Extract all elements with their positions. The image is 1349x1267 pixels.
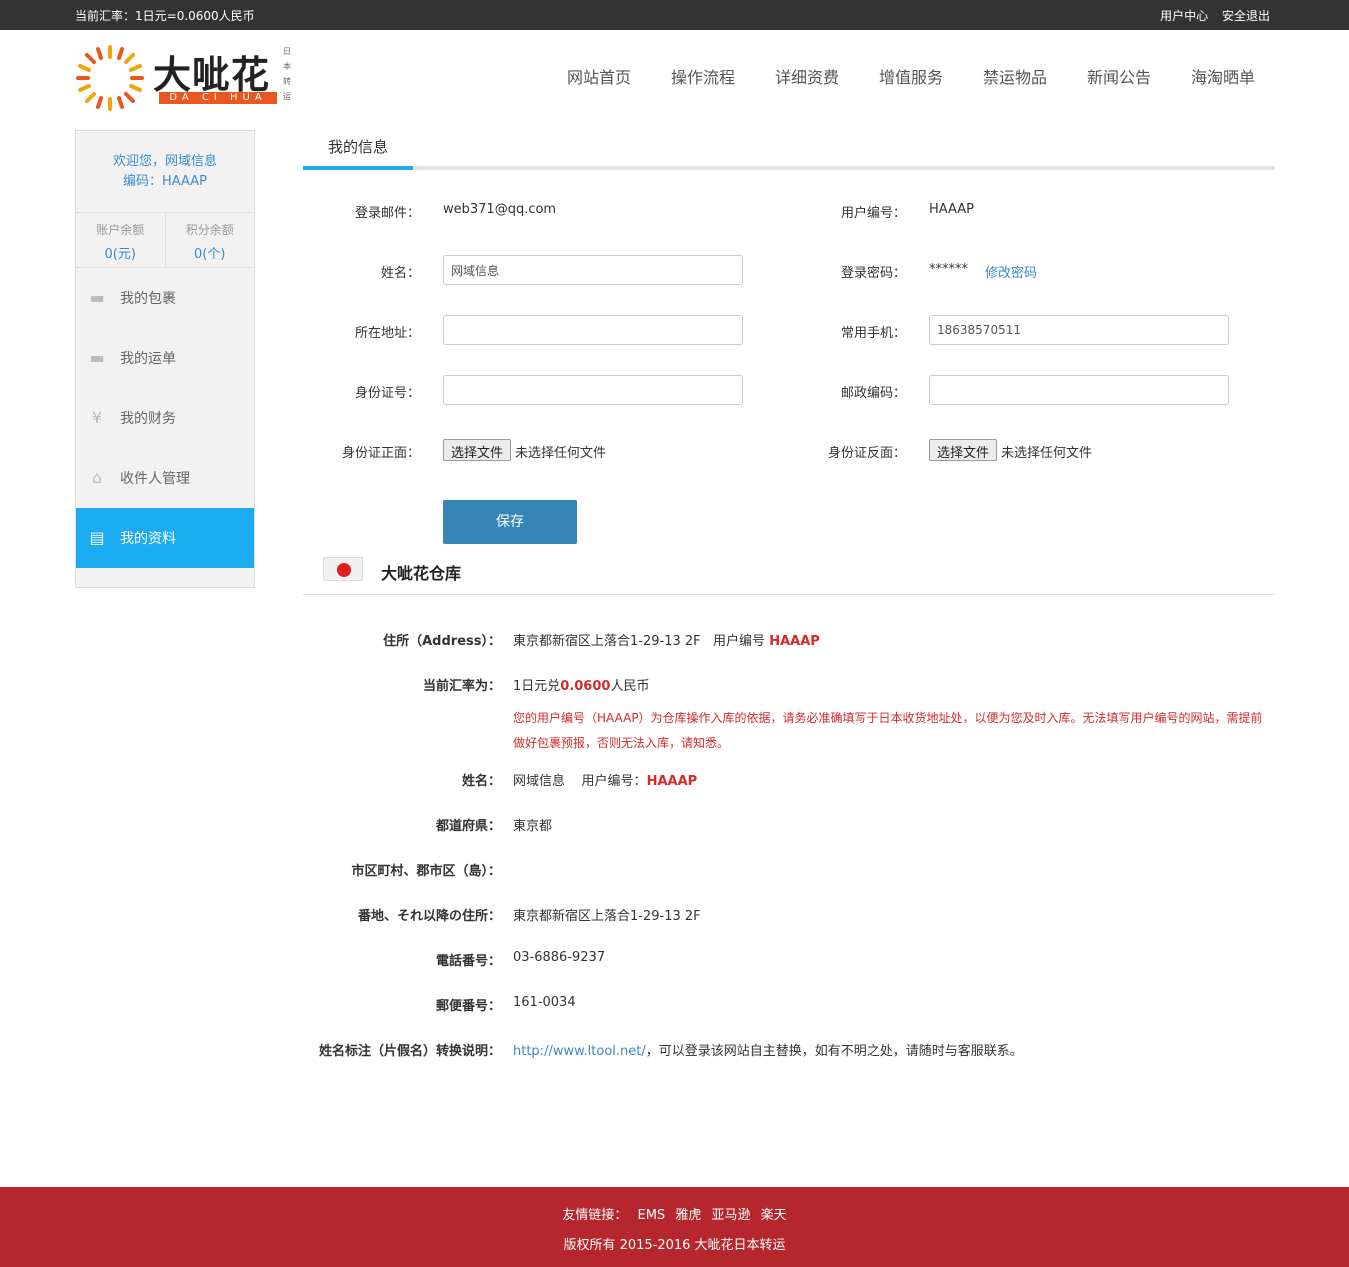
name-label: 姓名： <box>380 266 420 281</box>
logo-english: DA CI HUA <box>159 92 277 104</box>
street-value: 東京都新宿区上落合1-29-13 2F <box>513 909 701 924</box>
welcome-text: 欢迎您，网域信息 <box>112 154 217 169</box>
sidebar-item-profile[interactable]: ▤ 我的资料 <box>76 508 254 568</box>
nav-pricing[interactable]: 详细资费 <box>775 64 839 88</box>
footer-link-rakuten[interactable]: 楽天 <box>761 1208 787 1223</box>
email-value: web371@qq.com <box>443 202 557 217</box>
footer-link-yahoo[interactable]: 雅虎 <box>675 1208 701 1223</box>
tab-my-info[interactable]: 我的信息 <box>303 136 413 170</box>
postal-label: 郵便番号： <box>435 999 501 1014</box>
package-icon: ▬ <box>89 288 105 307</box>
sidebar-item-packages[interactable]: ▬ 我的包裹 <box>76 268 254 328</box>
password-label: 登录密码： <box>840 266 906 281</box>
rate-label: 当前汇率为： <box>422 679 501 694</box>
name-input[interactable] <box>443 255 743 285</box>
tel-value: 03-6886-9237 <box>513 950 606 965</box>
waybill-icon: ▬ <box>89 348 105 367</box>
warehouse-notice: 您的用户编号（HAAAP）为仓库操作入库的依据，请务必准确填写于日本收货地址处，… <box>513 711 1263 750</box>
id-front-file-button[interactable]: 选择文件 <box>443 439 512 461</box>
welcome-box: 欢迎您，网域信息 编码：HAAAP <box>76 131 254 213</box>
ltool-link[interactable]: http://www.ltool.net/ <box>513 1044 646 1059</box>
exchange-rate-text: 当前汇率：1日元=0.0600人民币 <box>75 9 255 23</box>
usercode-label: 用户编号： <box>840 206 906 221</box>
rate-value: 1日元兑0.0600人民币 <box>513 679 650 694</box>
kana-label: 姓名标注（片假名）转换说明： <box>318 1044 501 1059</box>
kana-value: http://www.ltool.net/，可以登录该网站自主替换，如有不明之处… <box>513 1044 1023 1059</box>
prefecture-label: 都道府県： <box>435 819 501 834</box>
nav-showcase[interactable]: 海淘晒单 <box>1191 64 1255 88</box>
id-back-file-status: 未选择任何文件 <box>1001 446 1093 461</box>
site-logo[interactable]: 大呲花 DA CI HUA 日本转运 <box>75 40 295 111</box>
footer-link-ems[interactable]: EMS <box>638 1208 666 1223</box>
address-detail-value: 東京都新宿区上落合1-29-13 2F 用户编号 HAAAP <box>513 634 820 649</box>
logo-text: 大呲花 <box>153 53 271 97</box>
sidebar-item-finance[interactable]: ¥ 我的财务 <box>76 388 254 448</box>
change-password-link[interactable]: 修改密码 <box>985 262 1037 281</box>
sidebar: 欢迎您，网域信息 编码：HAAAP 账户余额 0(元) 积分余额 0(个) ▬ … <box>75 130 255 588</box>
id-back-file-button[interactable]: 选择文件 <box>929 439 998 461</box>
user-center-link[interactable]: 用户中心 <box>1160 9 1208 23</box>
password-value: ****** <box>929 262 968 277</box>
sun-logo-icon <box>76 45 144 111</box>
address-detail-label: 住所（Address）： <box>383 634 501 649</box>
sidebar-item-waybills[interactable]: ▬ 我的运单 <box>76 328 254 388</box>
nav-services[interactable]: 增值服务 <box>879 64 943 88</box>
footer: 友情链接： EMS 雅虎 亚马逊 楽天 版权所有 2015-2016 大呲花日本… <box>0 1187 1349 1267</box>
japan-flag-icon <box>323 557 363 581</box>
postal-value: 161-0034 <box>513 995 576 1010</box>
recipient-name-value: 网域信息 用户编号：HAAAP <box>513 774 698 789</box>
tab-active-indicator <box>303 166 413 170</box>
recipient-name-label: 姓名： <box>461 774 501 789</box>
zip-label: 邮政编码： <box>840 386 906 401</box>
warehouse-header: 大呲花仓库 <box>303 552 1275 595</box>
footer-link-amazon[interactable]: 亚马逊 <box>711 1208 750 1223</box>
top-bar: 当前汇率：1日元=0.0600人民币 用户中心 安全退出 <box>0 0 1349 30</box>
nav-home[interactable]: 网站首页 <box>567 64 631 88</box>
tab-bar: 我的信息 <box>303 130 1275 170</box>
balance-value[interactable]: 0(元) <box>76 243 165 262</box>
main-content: 我的信息 <box>303 130 1275 170</box>
balance-box: 账户余额 0(元) 积分余额 0(个) <box>76 213 254 268</box>
address-input[interactable] <box>443 315 743 345</box>
idno-label: 身份证号： <box>354 386 420 401</box>
id-front-label: 身份证正面： <box>341 446 420 461</box>
phone-input[interactable] <box>929 315 1229 345</box>
yen-icon: ¥ <box>91 408 103 427</box>
logo-side-text: 日本转运 <box>283 47 291 101</box>
id-back-label: 身份证反面： <box>827 446 906 461</box>
email-label: 登录邮件： <box>354 206 420 221</box>
nav-news[interactable]: 新闻公告 <box>1087 64 1151 88</box>
tel-label: 電話番号： <box>435 954 501 969</box>
zip-input[interactable] <box>929 375 1229 405</box>
nav-prohibited[interactable]: 禁运物品 <box>983 64 1047 88</box>
prefecture-value: 東京都 <box>513 819 553 834</box>
footer-links-label: 友情链接： <box>562 1208 628 1223</box>
points-label: 积分余额 <box>185 223 234 237</box>
phone-label: 常用手机： <box>840 326 906 341</box>
idno-input[interactable] <box>443 375 743 405</box>
home-icon: ⌂ <box>91 468 103 487</box>
id-front-file-status: 未选择任何文件 <box>515 446 607 461</box>
user-code-text: 编码：HAAAP <box>122 174 208 189</box>
usercode-value: HAAAP <box>929 202 975 217</box>
street-label: 番地、それ以降の住所： <box>357 909 501 924</box>
sidebar-item-recipients[interactable]: ⌂ 收件人管理 <box>76 448 254 508</box>
points-value[interactable]: 0(个) <box>166 243 255 262</box>
balance-label: 账户余额 <box>96 223 145 237</box>
logout-link[interactable]: 安全退出 <box>1222 9 1270 23</box>
save-button[interactable]: 保存 <box>443 500 577 544</box>
nav-process[interactable]: 操作流程 <box>671 64 735 88</box>
address-label: 所在地址： <box>354 326 420 341</box>
id-card-icon: ▤ <box>89 528 105 547</box>
city-label: 市区町村、郡市区（島）： <box>351 864 501 879</box>
footer-links: 友情链接： EMS 雅虎 亚马逊 楽天 <box>0 1204 1349 1223</box>
copyright: 版权所有 2015-2016 大呲花日本转运 <box>563 1238 786 1253</box>
warehouse-title: 大呲花仓库 <box>381 564 462 583</box>
